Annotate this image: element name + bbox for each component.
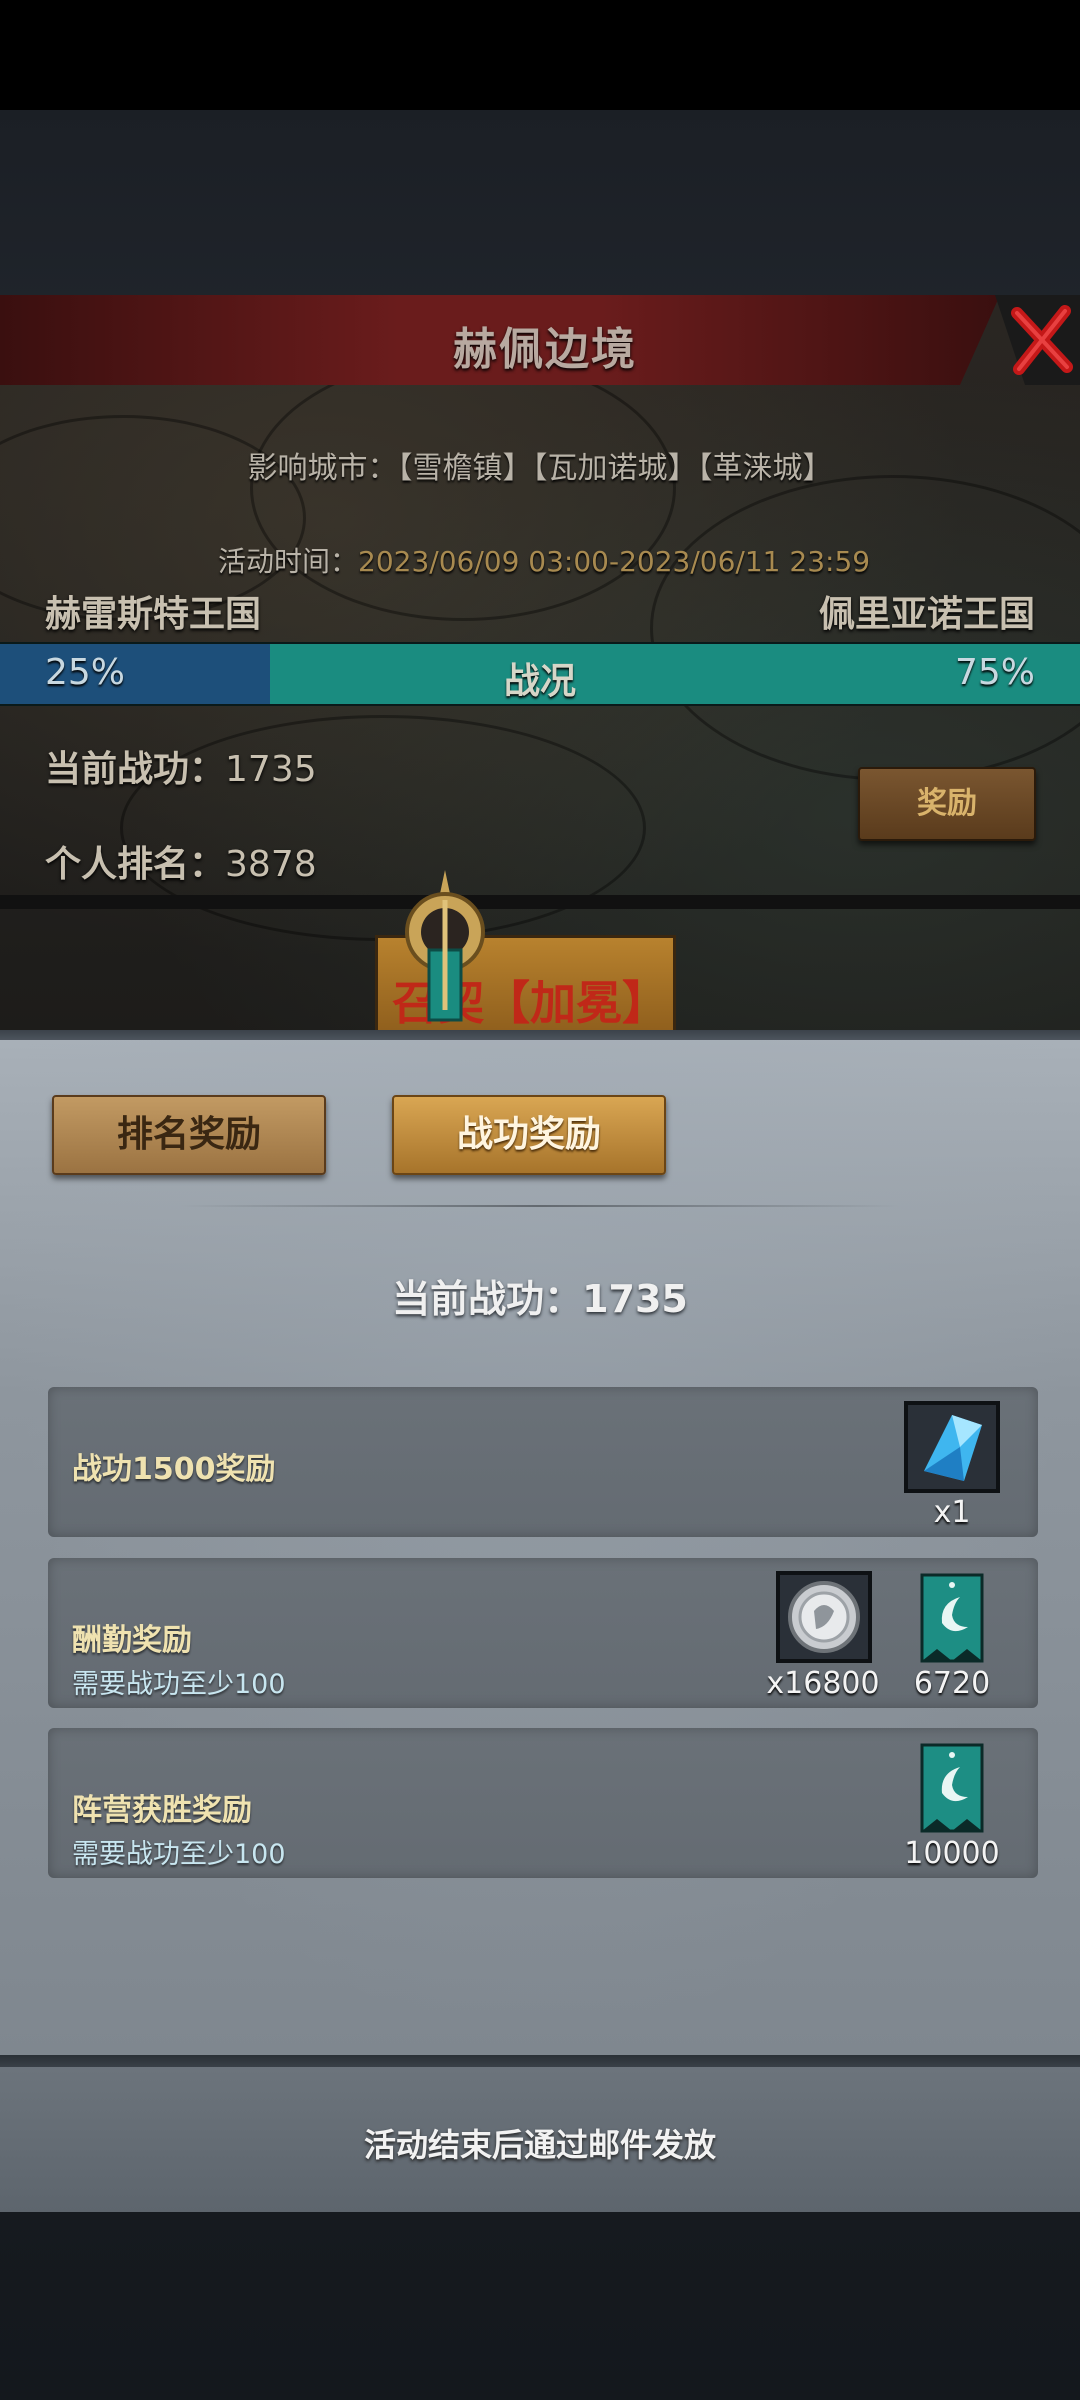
current-merit-label: 当前战功： [45, 749, 226, 790]
blue-crystal-icon[interactable] [904, 1401, 1000, 1493]
reward-row-requirement: 需要战功至少100 [72, 1669, 286, 1700]
tab-rank-reward[interactable]: 排名奖励 [52, 1095, 326, 1175]
war-status-bar: 25% 战况 75% [0, 642, 1080, 706]
panel-divider [0, 2055, 1080, 2067]
close-x-icon[interactable] [995, 295, 1080, 385]
reward-row: 战功1500奖励 x1 [48, 1387, 1038, 1537]
reward-row-title: 酬勤奖励 [72, 1623, 192, 1658]
item-count: 6720 [913, 1666, 991, 1701]
war-status-label: 战况 [503, 661, 576, 702]
event-time-value: 2023/06/09 03:00-2023/06/11 23:59 [358, 545, 871, 578]
item-count: 10000 [904, 1836, 1000, 1871]
event-time-label: 活动时间： [218, 545, 359, 578]
teal-banner-icon[interactable] [912, 1741, 992, 1833]
tab-merit-reward[interactable]: 战功奖励 [392, 1095, 666, 1175]
tab-underline [180, 1205, 900, 1207]
reward-row-title: 战功1500奖励 [72, 1452, 276, 1487]
status-bar-area [0, 0, 1080, 110]
event-panel: 赫佩边境 影响城市：【雪檐镇】【瓦加诺城】【革涞城】 活动时间：2023/06/… [0, 295, 1080, 1035]
faction-emblem-icon [385, 870, 505, 1035]
reward-row: 酬勤奖励 需要战功至少100 x16800 6720 [48, 1558, 1038, 1708]
item-count: x16800 [766, 1666, 880, 1701]
reward-row-title: 阵营获胜奖励 [72, 1793, 252, 1828]
faction-left-name: 赫雷斯特王国 [45, 594, 262, 635]
faction-right-name: 佩里亚诺王国 [818, 594, 1035, 635]
right-faction-percent: 75% [954, 652, 1035, 693]
silver-coin-icon[interactable] [776, 1571, 872, 1663]
map-decoration [250, 355, 676, 621]
reward-row-requirement: 需要战功至少100 [72, 1839, 286, 1870]
personal-rank-label: 个人排名： [45, 844, 226, 885]
current-merit-row: 当前战功：1735 [45, 740, 317, 792]
teal-banner-icon[interactable] [912, 1571, 992, 1663]
affected-cities: 影响城市：【雪檐镇】【瓦加诺城】【革涞城】 [247, 451, 833, 486]
event-title: 赫佩边境 [453, 324, 637, 375]
personal-rank-row: 个人排名：3878 [45, 835, 317, 887]
reward-panel [0, 1040, 1080, 2055]
current-merit-value: 1735 [225, 749, 317, 790]
personal-rank-value: 3878 [225, 844, 317, 885]
item-count: x1 [933, 1495, 971, 1530]
event-time: 活动时间：2023/06/09 03:00-2023/06/11 23:59 [218, 540, 870, 580]
reward-current-merit: 当前战功：1735 [392, 1277, 688, 1321]
reward-button[interactable]: 奖励 [858, 767, 1036, 841]
reward-row: 阵营获胜奖励 需要战功至少100 10000 [48, 1728, 1038, 1878]
divider [0, 895, 1080, 909]
mail-delivery-note: 活动结束后通过邮件发放 [363, 2126, 716, 2164]
